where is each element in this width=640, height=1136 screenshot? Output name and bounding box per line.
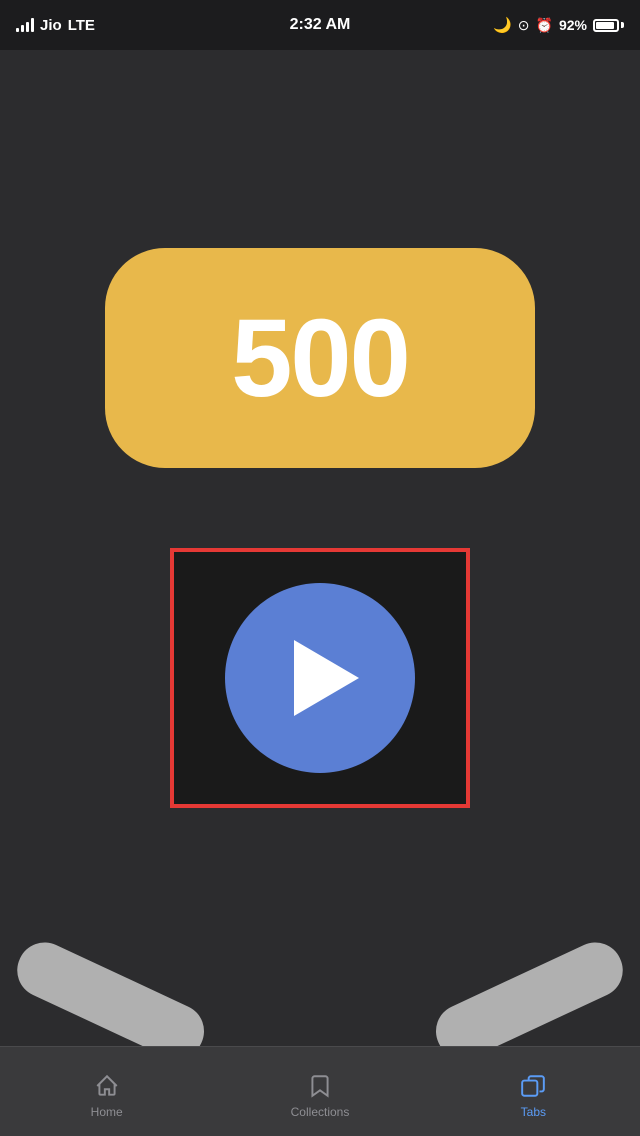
status-left: Jio LTE xyxy=(16,17,95,34)
tabs-icon xyxy=(519,1072,547,1100)
battery-indicator xyxy=(593,19,624,32)
tab-tabs-label: Tabs xyxy=(521,1105,546,1119)
main-content: 500 xyxy=(0,50,640,1046)
home-icon xyxy=(93,1072,121,1100)
tab-collections[interactable]: Collections xyxy=(213,1064,426,1119)
network-type-label: LTE xyxy=(68,17,95,34)
battery-percent-label: 92% xyxy=(559,17,587,33)
play-button-container[interactable] xyxy=(170,548,470,808)
collections-icon xyxy=(306,1072,334,1100)
tab-collections-label: Collections xyxy=(291,1105,350,1119)
tab-bar: Home Collections Tabs xyxy=(0,1046,640,1136)
carrier-label: Jio xyxy=(40,17,62,34)
status-bar: Jio LTE 2:32 AM 🌙 ⊙ ⏰ 92% xyxy=(0,0,640,50)
score-pill: 500 xyxy=(105,248,535,468)
status-time: 2:32 AM xyxy=(290,16,351,34)
play-circle[interactable] xyxy=(225,583,415,773)
rotation-lock-icon: ⊙ xyxy=(518,17,530,34)
moon-icon: 🌙 xyxy=(493,16,512,34)
tab-tabs[interactable]: Tabs xyxy=(427,1064,640,1119)
tab-home-label: Home xyxy=(91,1105,123,1119)
score-display: 500 xyxy=(231,295,409,422)
flippers-container xyxy=(0,931,640,986)
signal-icon xyxy=(16,18,34,32)
tab-home[interactable]: Home xyxy=(0,1064,213,1119)
play-icon xyxy=(294,640,359,716)
status-right: 🌙 ⊙ ⏰ 92% xyxy=(493,16,624,34)
alarm-icon: ⏰ xyxy=(536,17,553,34)
